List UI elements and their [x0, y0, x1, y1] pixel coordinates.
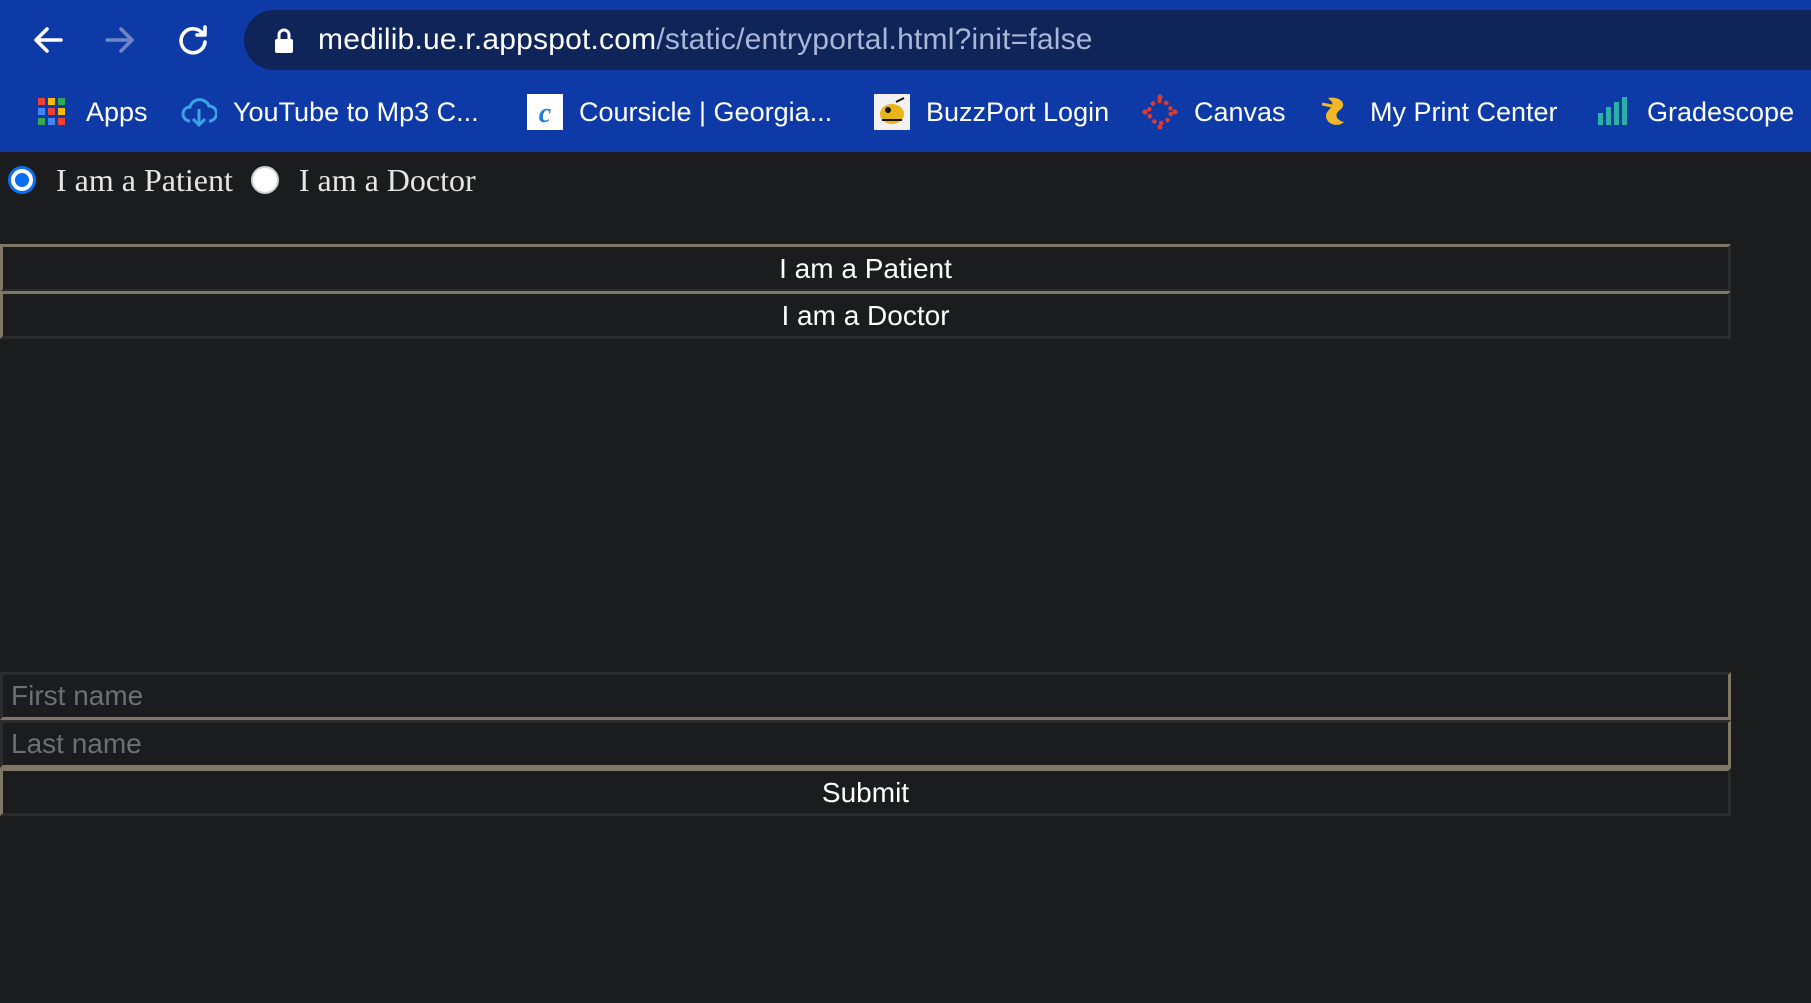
last-name-field[interactable]	[0, 720, 1731, 768]
buzz-icon	[874, 94, 910, 130]
doctor-button[interactable]: I am a Doctor	[0, 291, 1731, 339]
browser-toolbar: medilib.ue.r.appspot.com/static/entrypor…	[0, 0, 1811, 80]
back-arrow-icon[interactable]	[25, 17, 71, 63]
bookmark-canvas[interactable]: Canvas	[1142, 94, 1286, 130]
patient-radio[interactable]	[8, 166, 36, 194]
patient-button[interactable]: I am a Patient	[0, 244, 1731, 292]
forward-arrow-icon[interactable]	[97, 17, 143, 63]
apps-grid-icon	[34, 94, 70, 130]
url-text: medilib.ue.r.appspot.com/static/entrypor…	[318, 22, 1093, 58]
address-bar[interactable]: medilib.ue.r.appspot.com/static/entrypor…	[244, 10, 1811, 70]
reload-icon[interactable]	[170, 17, 216, 63]
bookmark-youtube-mp3[interactable]: YouTube to Mp3 C...	[181, 94, 479, 130]
doctor-radio[interactable]	[250, 166, 279, 194]
bookmark-apps[interactable]: Apps	[34, 94, 148, 130]
bookmark-coursicle[interactable]: c Coursicle | Georgia...	[527, 94, 832, 130]
bookmarks-bar: Apps YouTube to Mp3 C... c Coursicle | G…	[0, 86, 1811, 136]
bookmark-label: Coursicle | Georgia...	[579, 96, 833, 127]
canvas-icon	[1142, 94, 1178, 130]
bookmark-label: Apps	[86, 96, 148, 127]
role-radio-group: I am a Patient I am a Doctor	[8, 160, 494, 200]
cloud-download-icon	[181, 94, 217, 130]
bookmark-label: BuzzPort Login	[926, 96, 1110, 127]
bookmark-label: My Print Center	[1370, 96, 1558, 127]
first-name-field[interactable]	[0, 672, 1731, 720]
bookmark-my-print-center[interactable]: My Print Center	[1318, 94, 1558, 130]
bookmark-label: Canvas	[1194, 96, 1286, 127]
print-center-icon	[1318, 94, 1354, 130]
url-host: medilib.ue.r.appspot.com	[318, 23, 657, 56]
patient-radio-label: I am a Patient	[56, 161, 233, 198]
bookmark-gradescope[interactable]: Gradescope	[1595, 94, 1794, 130]
bookmark-label: YouTube to Mp3 C...	[233, 96, 479, 127]
lock-icon[interactable]	[274, 28, 294, 59]
bookmark-label: Gradescope	[1647, 96, 1795, 127]
coursicle-icon: c	[527, 94, 563, 130]
url-path: /static/entryportal.html?init=false	[656, 23, 1093, 56]
bookmark-buzzport[interactable]: BuzzPort Login	[874, 94, 1109, 130]
gradescope-icon	[1595, 94, 1631, 130]
submit-button[interactable]: Submit	[0, 768, 1731, 816]
doctor-radio-label: I am a Doctor	[298, 161, 476, 198]
browser-chrome: medilib.ue.r.appspot.com/static/entrypor…	[0, 0, 1811, 152]
svg-text:c: c	[539, 98, 552, 129]
